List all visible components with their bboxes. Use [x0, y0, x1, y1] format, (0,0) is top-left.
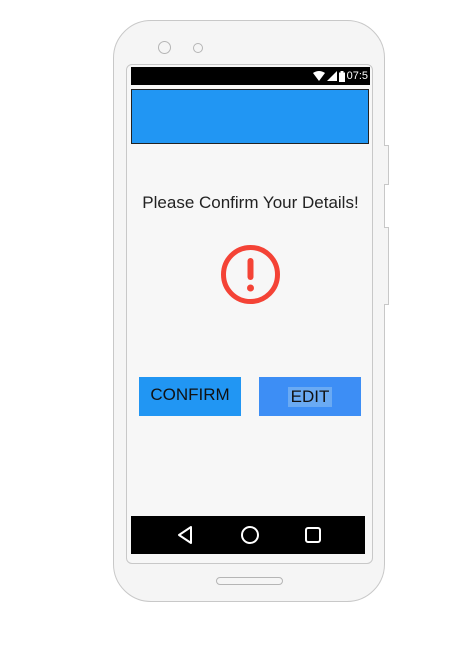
wifi-icon — [312, 71, 325, 81]
confirm-button[interactable]: CONFIRM — [139, 377, 241, 416]
battery-icon — [338, 70, 345, 82]
back-icon[interactable] — [175, 525, 195, 545]
proximity-sensor — [193, 43, 203, 53]
page-title: Please Confirm Your Details! — [142, 193, 359, 212]
recent-apps-icon[interactable] — [303, 525, 323, 545]
power-button — [384, 145, 389, 185]
home-icon[interactable] — [240, 525, 260, 545]
volume-button — [384, 227, 389, 305]
home-indicator — [216, 577, 283, 585]
status-bar: 07:5 — [131, 67, 370, 85]
status-time: 07:5 — [346, 70, 368, 82]
edit-button[interactable]: EDIT — [259, 377, 361, 416]
exclamation-circle-icon — [221, 245, 280, 304]
front-camera — [158, 41, 171, 54]
navigation-bar — [131, 516, 365, 554]
signal-icon — [326, 71, 337, 81]
confirm-button-label: CONFIRM — [150, 384, 230, 404]
app-bar — [131, 89, 369, 144]
edit-button-label: EDIT — [287, 386, 333, 407]
